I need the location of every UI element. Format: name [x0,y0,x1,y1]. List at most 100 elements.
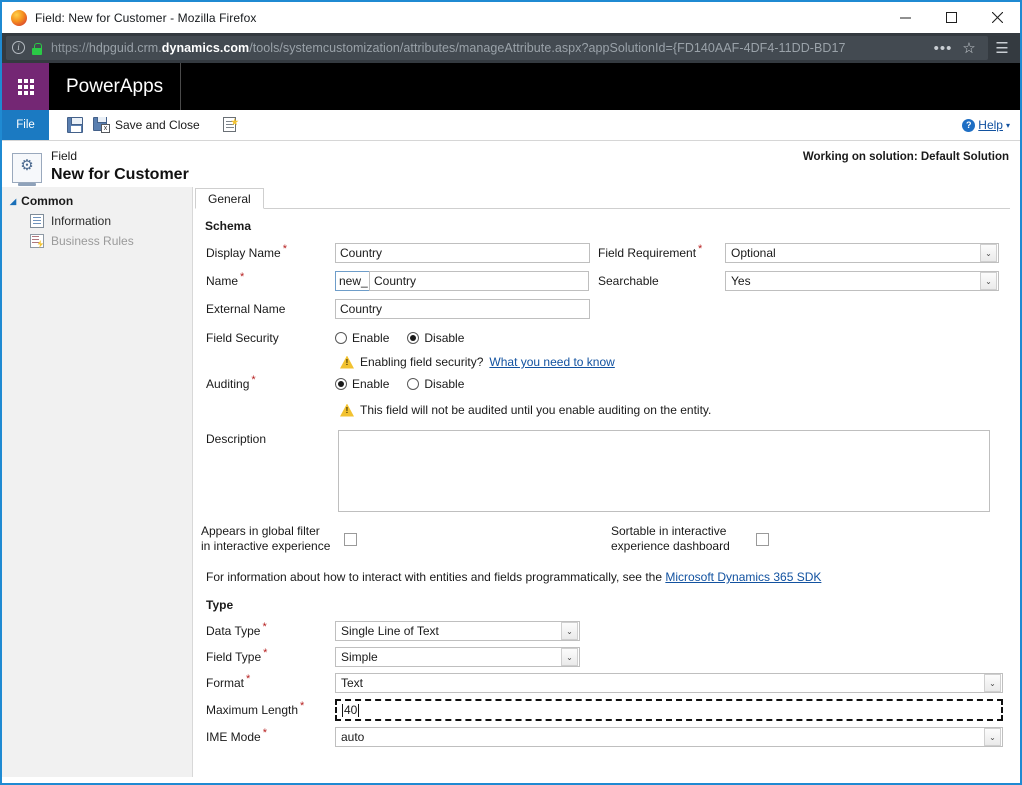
solution-note: Working on solution: Default Solution [803,151,1009,163]
collapse-triangle-icon: ◢ [10,197,16,206]
address-bar[interactable]: i https://hdpguid.crm.dynamics.com/tools… [6,36,988,60]
command-bar: File x Save and Close ? Help ▾ [2,110,1020,140]
page-actions-icon[interactable]: ••• [930,36,956,60]
save-and-close-button[interactable]: x Save and Close [88,112,205,138]
firefox-logo-icon [11,10,27,26]
type-section-title: Type [206,598,1010,612]
sortable-label-line2: experience dashboard [611,539,747,554]
dynamics-365-sdk-link[interactable]: Microsoft Dynamics 365 SDK [665,570,821,584]
save-icon [67,117,83,133]
row-data-type: Data Type* Single Line of Text ⌄ [201,621,1010,641]
file-tab[interactable]: File [2,110,49,140]
row-display-name: Display Name* Country Field Requirement*… [201,243,1010,263]
app-launcher-icon[interactable] [2,63,49,110]
identity-letter: i [12,41,25,54]
radio-circle-selected [335,378,347,390]
sortable-label: Sortable in interactive experience dashb… [611,524,747,554]
auditing-label: Auditing* [201,377,335,391]
text-cursor-left [342,704,343,717]
chevron-down-icon: ⌄ [984,728,1001,746]
ime-mode-select[interactable]: auto ⌄ [335,727,1003,747]
display-name-label: Display Name* [201,246,335,260]
external-name-input[interactable]: Country [335,299,590,319]
auditing-disable-option[interactable]: Disable [407,377,464,391]
business-rules-icon [30,234,44,248]
warning-icon [340,356,354,369]
row-description: Description [201,430,1010,512]
global-filter-checkbox[interactable] [344,533,357,546]
sidebar-group-common[interactable]: ◢ Common [2,191,192,211]
display-name-label-text: Display Name [206,246,281,260]
description-textarea[interactable] [338,430,990,512]
field-requirement-label-text: Field Requirement [598,246,696,260]
radio-circle [335,332,347,344]
page-title: New for Customer [51,164,189,185]
external-name-label: External Name [201,302,335,316]
sidebar-item-information[interactable]: Information [2,211,192,231]
text-cursor [358,704,359,717]
data-type-label: Data Type* [201,624,335,638]
name-prefix-input[interactable]: new_ [335,271,370,291]
data-type-select[interactable]: Single Line of Text ⌄ [335,621,580,641]
help-button[interactable]: ? Help ▾ [962,110,1010,140]
field-security-enable-option[interactable]: Enable [335,331,389,345]
field-requirement-select[interactable]: Optional ⌄ [725,243,999,263]
required-star: * [262,621,266,633]
ime-mode-label: IME Mode* [201,730,335,744]
data-type-label-text: Data Type [206,624,260,638]
content-pane: General Schema Display Name* Country Fie… [193,187,1020,777]
new-button[interactable] [217,112,244,138]
help-label: Help [978,118,1003,132]
new-icon [222,117,239,133]
field-type-label-text: Field Type [206,650,261,664]
field-type-label: Field Type* [201,650,335,664]
maximize-icon[interactable] [928,2,974,33]
help-icon: ? [962,119,975,132]
format-select[interactable]: Text ⌄ [335,673,1003,693]
auditing-label-text: Auditing [206,377,249,391]
close-icon[interactable] [974,2,1020,33]
field-type-select[interactable]: Simple ⌄ [335,647,580,667]
schema-section-title: Schema [205,219,1010,233]
url-text: https://hdpguid.crm.dynamics.com/tools/s… [51,41,930,55]
page-header: ⚙ Field New for Customer Working on solu… [2,140,1020,187]
sidebar-item-label: Business Rules [51,234,134,248]
auditing-note: This field will not be audited until you… [340,403,1010,417]
tabstrip: General [195,187,1010,209]
save-button[interactable] [62,112,88,138]
global-filter-label: Appears in global filter in interactive … [201,524,335,554]
sortable-checkbox[interactable] [756,533,769,546]
auditing-enable-option[interactable]: Enable [335,377,389,391]
maximum-length-value: 40 [344,703,357,717]
row-ime-mode: IME Mode* auto ⌄ [201,727,1010,747]
searchable-select[interactable]: Yes ⌄ [725,271,999,291]
field-security-disable-option[interactable]: Disable [407,331,464,345]
name-input[interactable]: Country [369,271,589,291]
chevron-down-icon: ⌄ [561,622,578,640]
browser-toolbar: i https://hdpguid.crm.dynamics.com/tools… [2,33,1020,63]
global-filter-label-line2: in interactive experience [201,539,335,554]
searchable-value: Yes [731,274,751,288]
display-name-input[interactable]: Country [335,243,590,263]
sortable-label-line1: Sortable in interactive [611,524,747,539]
bookmark-star-icon[interactable]: ☆ [956,36,982,60]
app-name[interactable]: PowerApps [49,63,181,110]
field-security-label: Field Security [201,331,335,345]
minimize-icon[interactable] [882,2,928,33]
titlebar: Field: New for Customer - Mozilla Firefo… [2,2,1020,33]
field-security-enable-label: Enable [352,331,389,345]
url-subdomain: hdpguid.crm. [89,41,162,55]
what-you-need-to-know-link[interactable]: What you need to know [489,355,614,369]
radio-circle [407,378,419,390]
radio-circle-selected [407,332,419,344]
maximum-length-input[interactable]: 40 [335,699,1003,721]
sidebar-item-business-rules[interactable]: Business Rules [2,231,192,251]
required-star: * [240,271,244,283]
hamburger-menu-icon[interactable]: ☰ [988,35,1016,61]
field-security-radio-group: Enable Disable [335,331,482,345]
site-information-icon[interactable]: i [12,41,26,55]
chevron-down-icon: ⌄ [980,272,997,290]
tab-general[interactable]: General [195,188,264,209]
chevron-down-icon: ⌄ [980,244,997,262]
lock-icon [31,41,43,55]
